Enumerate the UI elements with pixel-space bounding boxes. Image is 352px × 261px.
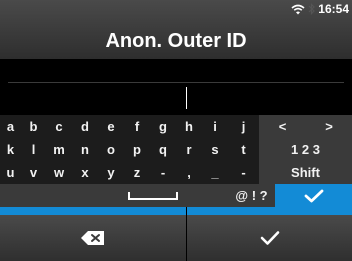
key-cursor-right[interactable]: >: [306, 115, 352, 138]
key-p[interactable]: p: [124, 138, 150, 161]
key-t[interactable]: t: [228, 138, 259, 161]
key-dash[interactable]: -: [228, 161, 259, 184]
key-f[interactable]: f: [124, 115, 150, 138]
screen: 16:54 Anon. Outer ID a b c d e f g h i j…: [0, 0, 352, 261]
key-a[interactable]: a: [0, 115, 21, 138]
key-hyphen[interactable]: -: [150, 161, 176, 184]
key-e[interactable]: e: [98, 115, 124, 138]
key-k[interactable]: k: [0, 138, 21, 161]
key-cursor-left[interactable]: <: [259, 115, 306, 138]
checkmark-icon: [304, 189, 323, 202]
key-b[interactable]: b: [21, 115, 46, 138]
key-q[interactable]: q: [150, 138, 176, 161]
clock: 16:54: [318, 2, 349, 16]
key-d[interactable]: d: [72, 115, 98, 138]
key-c[interactable]: c: [46, 115, 72, 138]
bluetooth-icon: [308, 3, 316, 15]
key-comma[interactable]: ,: [176, 161, 202, 184]
key-u[interactable]: u: [0, 161, 21, 184]
key-g[interactable]: g: [150, 115, 176, 138]
key-o[interactable]: o: [98, 138, 124, 161]
text-input-field[interactable]: [0, 59, 352, 115]
key-v[interactable]: v: [21, 161, 46, 184]
keyboard-row-2: k l m n o p q r s t 1 2 3: [0, 138, 352, 161]
checkmark-icon: [260, 231, 279, 245]
key-shift[interactable]: Shift: [259, 161, 352, 184]
key-w[interactable]: w: [46, 161, 72, 184]
key-m[interactable]: m: [46, 138, 72, 161]
key-enter[interactable]: [275, 184, 352, 207]
key-space[interactable]: [98, 184, 208, 207]
key-l[interactable]: l: [21, 138, 46, 161]
key-i[interactable]: i: [202, 115, 228, 138]
key-underscore[interactable]: _: [202, 161, 228, 184]
text-cursor: [186, 87, 187, 109]
space-icon: [128, 191, 178, 200]
input-divider: [8, 82, 344, 83]
key-blank-left: [0, 184, 98, 207]
keyboard-row-3: u v w x y z - , _ - Shift: [0, 161, 352, 184]
confirm-button[interactable]: [187, 215, 352, 261]
key-y[interactable]: y: [98, 161, 124, 184]
key-blank-mid: [208, 184, 228, 207]
key-h[interactable]: h: [176, 115, 202, 138]
keyboard-row-4: @ ! ?: [0, 184, 352, 207]
keyboard-row-1: a b c d e f g h i j < >: [0, 115, 352, 138]
backspace-icon: [81, 231, 104, 245]
wifi-icon: [291, 4, 305, 15]
key-x[interactable]: x: [72, 161, 98, 184]
key-z[interactable]: z: [124, 161, 150, 184]
key-s[interactable]: s: [202, 138, 228, 161]
key-symbols[interactable]: @ ! ?: [228, 184, 275, 207]
key-r[interactable]: r: [176, 138, 202, 161]
header: 16:54 Anon. Outer ID: [0, 0, 352, 59]
status-bar: 16:54: [291, 2, 349, 16]
key-numeric-mode[interactable]: 1 2 3: [259, 138, 352, 161]
key-n[interactable]: n: [72, 138, 98, 161]
on-screen-keyboard: a b c d e f g h i j < > k l m n o p q r …: [0, 115, 352, 207]
softkey-indicator-bar: [0, 207, 352, 215]
backspace-button[interactable]: [0, 215, 186, 261]
page-title: Anon. Outer ID: [105, 30, 247, 52]
key-j[interactable]: j: [228, 115, 259, 138]
